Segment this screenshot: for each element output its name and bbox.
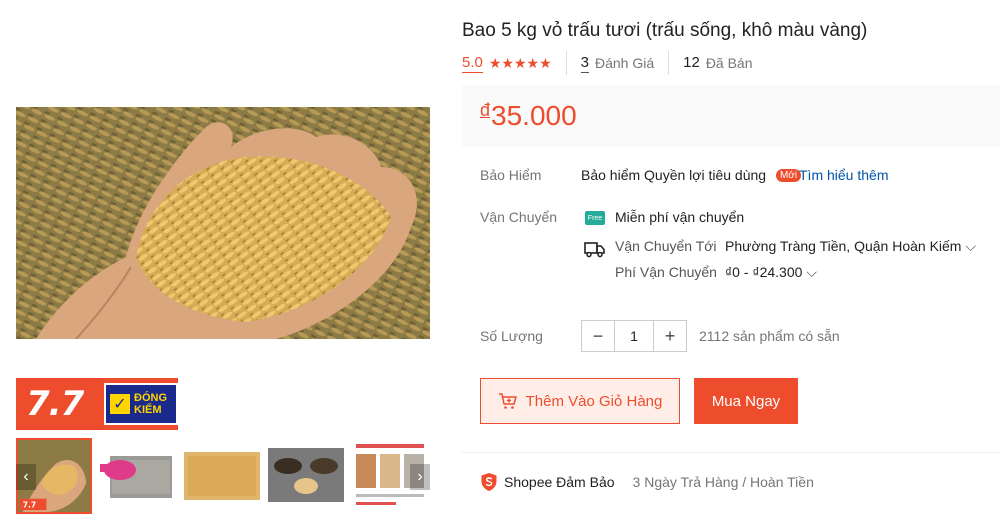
truck-icon [584, 242, 605, 258]
divider [668, 51, 670, 75]
thumbnail-strip: 7.7 ‹ › [16, 438, 430, 514]
insurance-info: Bảo hiểm Quyền lợi tiêu dùng Mới [581, 167, 802, 183]
divider [565, 51, 567, 75]
stock-text: 2112 sản phẩm có sẵn [699, 328, 840, 344]
ship-to-selector[interactable]: Phường Tràng Tiền, Quận Hoàn Kiếm ⌵ [725, 238, 976, 255]
thumbnail-3[interactable] [184, 438, 260, 514]
ship-to-value: Phường Tràng Tiền, Quận Hoàn Kiếm [725, 238, 962, 254]
free-shipping-icon: Free [585, 211, 605, 225]
gallery-next-button[interactable]: › [410, 464, 430, 490]
price-currency: đ [480, 99, 491, 120]
badge-line-2: KIỂM [134, 404, 162, 416]
main-product-image[interactable] [16, 107, 430, 339]
star-rating-icon: ★★★★★ [488, 54, 552, 71]
quantity-label: Số Lượng [480, 328, 543, 344]
guarantee-title: Shopee Đảm Bảo [504, 474, 615, 490]
rating-value[interactable]: 5.0 [462, 54, 483, 73]
guarantee-sub: 3 Ngày Trả Hàng / Hoàn Tiền [632, 474, 814, 490]
badge-line-1: ĐÓNG [134, 392, 167, 404]
sold-count: 12 [683, 54, 700, 71]
section-divider [462, 452, 1000, 453]
add-to-cart-label: Thêm Vào Giỏ Hàng [525, 392, 663, 410]
reviews-count[interactable]: 3 [580, 54, 589, 73]
gallery-prev-button[interactable]: ‹ [16, 464, 36, 490]
quantity-input[interactable]: 1 [614, 321, 654, 351]
shipping-fee-value: ₫0 - ₫24.300 [725, 264, 803, 280]
increase-button[interactable]: + [654, 321, 686, 351]
chevron-down-icon: ⌵ [806, 264, 817, 280]
insurance-label: Bảo Hiểm [480, 167, 542, 183]
insurance-text: Bảo hiểm Quyền lợi tiêu dùng [581, 167, 767, 183]
sale-label: 7.7 [26, 384, 84, 424]
shopee-guarantee[interactable]: Shopee Đảm Bảo 3 Ngày Trả Hàng / Hoàn Ti… [480, 472, 814, 492]
chevron-down-icon: ⌵ [965, 238, 976, 254]
quantity-stepper: − 1 + [581, 320, 687, 352]
shield-icon [481, 473, 497, 491]
buy-now-button[interactable]: Mua Ngay [694, 378, 798, 424]
shipping-fee-selector[interactable]: ₫0 - ₫24.300 ⌵ [725, 264, 817, 281]
price-box: đ 35.000 [462, 85, 1000, 147]
learn-more-link[interactable]: Tìm hiểu thêm [799, 167, 888, 183]
ship-to-label: Vận Chuyển Tới [615, 238, 717, 254]
thumbnail-badge: 7.7 [23, 500, 36, 509]
free-shipping-text: Miễn phí vận chuyển [615, 209, 745, 225]
sold-label: Đã Bán [705, 55, 753, 71]
product-meta: 5.0 ★★★★★ 3 Đánh Giá 12 Đã Bán [462, 51, 753, 75]
check-icon: ✓ [110, 394, 130, 414]
product-title: Bao 5 kg vỏ trấu tươi (trấu sống, khô mà… [462, 20, 868, 41]
decrease-button[interactable]: − [582, 321, 614, 351]
chevron-left-icon: ‹ [23, 468, 29, 485]
packing-check-box: ✓ ĐÓNG KIỂM [104, 383, 178, 425]
thumbnail-4[interactable] [268, 438, 344, 514]
reviews-label: Đánh Giá [594, 55, 655, 71]
shipping-fee-label: Phí Vận Chuyển [615, 264, 717, 280]
sale-banner: 7.7 ✓ ĐÓNG KIỂM [16, 378, 178, 430]
add-to-cart-button[interactable]: Thêm Vào Giỏ Hàng [480, 378, 680, 424]
shipping-label: Vận Chuyển [480, 209, 558, 225]
new-badge: Mới [775, 169, 802, 182]
price-value: 35.000 [491, 100, 577, 131]
chevron-right-icon: › [417, 468, 423, 485]
thumbnail-2[interactable] [100, 438, 176, 514]
cart-plus-icon [498, 393, 517, 409]
